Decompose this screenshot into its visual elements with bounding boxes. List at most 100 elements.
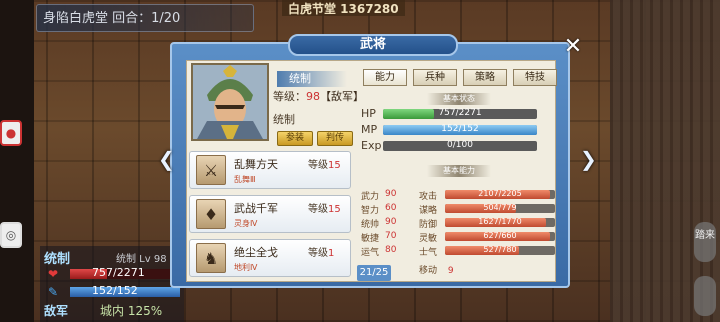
right-side-button[interactable]: 踏来 xyxy=(694,222,716,262)
ability-name: 智力 xyxy=(361,206,380,216)
exp-text: 0/100 xyxy=(447,140,473,150)
skill-type: 乱舞Ⅲ xyxy=(234,175,256,184)
halberd-icon: ⚔ xyxy=(196,155,226,185)
ability-bar-text: 2107/2205 xyxy=(478,189,522,198)
exp-label: Exp xyxy=(361,139,382,152)
ability-row: 运气 80 士气 527/780 xyxy=(361,245,555,258)
right-edge-strip xyxy=(610,0,720,322)
general-portrait xyxy=(191,63,269,141)
exp-row: Exp 0/100 xyxy=(361,139,551,153)
ability-bar-text: 527/780 xyxy=(483,245,517,254)
unit-faction: 敌军 xyxy=(44,304,69,318)
skill-name: 乱舞方天 xyxy=(234,158,278,171)
right-side-button-2[interactable] xyxy=(694,276,716,316)
ability-stat-name: 攻击 xyxy=(419,192,438,202)
skill-type: 灵身Ⅳ xyxy=(234,219,258,228)
hall-title: 白虎节堂 1367280 xyxy=(282,0,405,16)
skill-level-value: 15 xyxy=(328,204,341,215)
skill-type: 地利Ⅳ xyxy=(234,263,258,272)
ability-stat-name: 灵敏 xyxy=(419,234,438,244)
hp-label: HP xyxy=(361,107,376,120)
ability-bar: 627/660 xyxy=(445,231,555,241)
tab-troop[interactable]: 兵种 xyxy=(413,69,457,86)
move-value: 9 xyxy=(447,266,454,276)
ability-stat-name: 谋略 xyxy=(419,206,438,216)
tab-ability[interactable]: 能力 xyxy=(363,69,407,86)
skill-level: 等级15 xyxy=(308,200,341,215)
close-icon[interactable]: ✕ xyxy=(562,36,584,58)
judge-button[interactable]: 判传 xyxy=(317,131,353,146)
horse-icon: ♞ xyxy=(196,243,226,273)
skill-level-label: 等级 xyxy=(308,248,328,259)
warrior-portrait-icon xyxy=(193,65,267,139)
left-edge-strip xyxy=(0,0,34,322)
move-label: 移动 xyxy=(419,266,438,276)
unit-status-panel: 统制 统制 Lv 98 ❤ 757/2271 ✎ 152/152 敌军 城内 1… xyxy=(40,246,184,322)
unit-hp-text: 757/2271 xyxy=(92,266,145,279)
ability-bar: 527/780 xyxy=(445,245,555,255)
ability-row: 统帅 90 防御 1627/1770 xyxy=(361,217,555,230)
record-icon[interactable]: ● xyxy=(0,120,22,146)
ability-value: 60 xyxy=(385,203,397,213)
unit-hp-row: ❤ 757/2271 xyxy=(44,266,180,281)
exp-bar: 0/100 xyxy=(383,140,537,151)
skill-level-label: 等级 xyxy=(308,160,328,171)
dialog-body: 统制 等级：98【敌军】 统制 参装 判传 能力 兵种 策略 特技 基本状态 H… xyxy=(186,60,557,282)
tab-strategy[interactable]: 策略 xyxy=(463,69,507,86)
unit-name: 统制 xyxy=(44,252,71,267)
ability-bar: 1627/1770 xyxy=(445,217,555,227)
ability-value: 80 xyxy=(385,245,397,255)
heart-icon: ❤ xyxy=(48,267,59,281)
ability-stat-name: 防御 xyxy=(419,220,438,230)
mp-bar: 152/152 xyxy=(383,124,537,135)
unit-level: 统制 Lv 98 xyxy=(116,254,167,265)
level-value: 98 xyxy=(306,90,320,103)
ability-name: 统帅 xyxy=(361,220,380,230)
hp-row: HP 757/2271 xyxy=(361,107,551,121)
skill-level-value: 15 xyxy=(328,160,341,171)
team-label: 【敌军】 xyxy=(320,90,364,103)
move-row: 移动 9 xyxy=(419,263,454,276)
mana-drop-icon: ✎ xyxy=(48,285,59,299)
section-basic-status: 基本状态 xyxy=(427,93,491,105)
skill-card[interactable]: ♞ 绝尘全戈 等级1 地利Ⅳ xyxy=(189,239,351,277)
tab-special[interactable]: 特技 xyxy=(513,69,557,86)
ability-value: 90 xyxy=(385,189,397,199)
ability-row: 武力 90 攻击 2107/2205 xyxy=(361,189,555,202)
skill-level-label: 等级 xyxy=(308,204,328,215)
ability-value: 90 xyxy=(385,217,397,227)
ability-bar-text: 504/779 xyxy=(483,203,517,212)
skill-card[interactable]: ♦ 武战千军 等级15 灵身Ⅳ xyxy=(189,195,351,233)
general-name: 统制 xyxy=(277,71,347,87)
skill-card[interactable]: ⚔ 乱舞方天 等级15 乱舞Ⅲ xyxy=(189,151,351,189)
general-dialog: 武将 ✕ ❮ ❯ 统制 等级：98【敌军】 统制 参装 判传 能力 兵种 策略 xyxy=(158,34,597,288)
ability-name: 敏捷 xyxy=(361,234,380,244)
skill-level: 等级15 xyxy=(308,156,341,171)
join-button[interactable]: 参装 xyxy=(277,131,313,146)
level-label: 等级： xyxy=(273,90,306,103)
general-title: 统制 xyxy=(273,113,295,126)
previous-arrow-icon[interactable]: ❮ xyxy=(158,148,175,170)
ability-row: 智力 60 谋略 504/779 xyxy=(361,203,555,216)
ability-bar-text: 1627/1770 xyxy=(478,217,522,226)
armor-icon: ♦ xyxy=(196,199,226,229)
screenshot-icon[interactable]: ◎ xyxy=(0,222,22,248)
hp-text: 757/2271 xyxy=(438,108,482,118)
ability-bar: 2107/2205 xyxy=(445,189,555,199)
unit-mp-text: 152/152 xyxy=(92,284,138,297)
next-arrow-icon[interactable]: ❯ xyxy=(580,148,597,170)
skill-level: 等级1 xyxy=(308,244,334,259)
hp-bar: 757/2271 xyxy=(383,108,537,119)
page-indicator: 21/25 xyxy=(357,265,391,281)
mp-row: MP 152/152 xyxy=(361,123,551,137)
unit-terrain: 城内 125% xyxy=(100,304,163,318)
ability-row: 敏捷 70 灵敏 627/660 xyxy=(361,231,555,244)
unit-mp-row: ✎ 152/152 xyxy=(44,284,180,299)
mp-text: 152/152 xyxy=(441,124,479,134)
ability-name: 武力 xyxy=(361,192,380,202)
ability-value: 70 xyxy=(385,231,397,241)
skill-name: 武战千军 xyxy=(234,202,278,215)
skill-name: 绝尘全戈 xyxy=(234,246,278,259)
ability-name: 运气 xyxy=(361,248,380,258)
ability-stat-name: 士气 xyxy=(419,248,438,258)
